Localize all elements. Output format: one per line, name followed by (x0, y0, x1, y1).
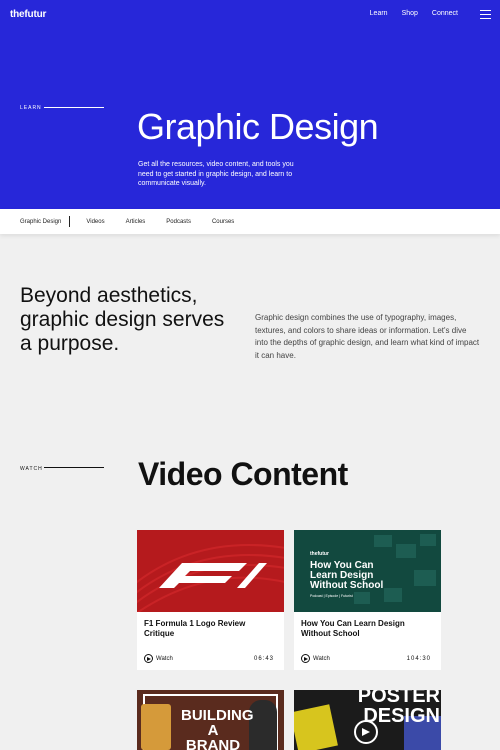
section-nav: Graphic Design Videos Articles Podcasts … (0, 209, 500, 234)
nav-connect[interactable]: Connect (432, 10, 458, 17)
subnav-graphic-design[interactable]: Graphic Design (20, 219, 61, 225)
subnav-articles[interactable]: Articles (126, 219, 146, 225)
site-logo[interactable]: thefutur (10, 9, 46, 20)
page-title: Graphic Design (137, 106, 379, 147)
hamburger-menu-icon[interactable] (480, 10, 491, 19)
subnav-divider (69, 216, 71, 227)
video-thumbnail[interactable]: thefutur How You Can Learn Design Withou… (294, 530, 441, 612)
watch-label: Watch (313, 655, 330, 662)
hero-banner: thefutur Learn Shop Connect LEARN Graphi… (0, 0, 500, 209)
thumbnail-text: BUILDING A BRAND (181, 707, 254, 750)
video-card[interactable]: F1 Formula 1 Logo Review Critique Watch … (137, 530, 284, 670)
eyebrow-divider (44, 107, 104, 108)
intro-heading: Beyond aesthetics, graphic design serves… (20, 284, 225, 355)
video-thumbnail[interactable]: BUILDING A BRAND (137, 690, 284, 750)
nav-learn[interactable]: Learn (370, 10, 388, 17)
beer-glass-image (141, 704, 171, 750)
watch-label: Watch (156, 655, 173, 662)
subnav-courses[interactable]: Courses (212, 219, 234, 225)
video-duration: 104:30 (406, 656, 431, 662)
subnav-videos[interactable]: Videos (86, 219, 104, 225)
learn-eyebrow: LEARN (20, 105, 42, 111)
thumbnail-headline: How You Can Learn Design Without School (310, 560, 384, 591)
video-card[interactable]: POSTER DESIGN (294, 690, 441, 750)
watch-divider (44, 467, 104, 468)
thumbnail-brand: thefutur (310, 551, 329, 557)
video-card[interactable]: BUILDING A BRAND (137, 690, 284, 750)
top-nav: Learn Shop Connect (370, 10, 458, 17)
video-thumbnail[interactable] (137, 530, 284, 612)
watch-link[interactable]: Watch (144, 654, 173, 663)
nav-shop[interactable]: Shop (402, 10, 418, 17)
video-thumbnail[interactable]: POSTER DESIGN (294, 690, 441, 750)
video-card-title[interactable]: F1 Formula 1 Logo Review Critique (144, 619, 274, 639)
video-card-title[interactable]: How You Can Learn Design Without School (301, 619, 431, 639)
hero-description: Get all the resources, video content, an… (138, 161, 294, 187)
video-card[interactable]: thefutur How You Can Learn Design Withou… (294, 530, 441, 670)
play-icon (301, 654, 310, 663)
intro-text: Graphic design combines the use of typog… (255, 313, 480, 360)
watch-link[interactable]: Watch (301, 654, 330, 663)
thumbnail-text: POSTER DESIGN (357, 690, 440, 727)
subnav-podcasts[interactable]: Podcasts (166, 219, 191, 225)
play-icon (144, 654, 153, 663)
thumbnail-tag: Podcast | Episode | Futurist (310, 594, 353, 598)
f1-logo-thumbnail (137, 544, 284, 612)
play-icon[interactable] (354, 720, 378, 744)
watch-eyebrow: WATCH (20, 466, 43, 472)
video-section-title: Video Content (138, 456, 348, 492)
video-duration: 06:43 (253, 656, 274, 662)
